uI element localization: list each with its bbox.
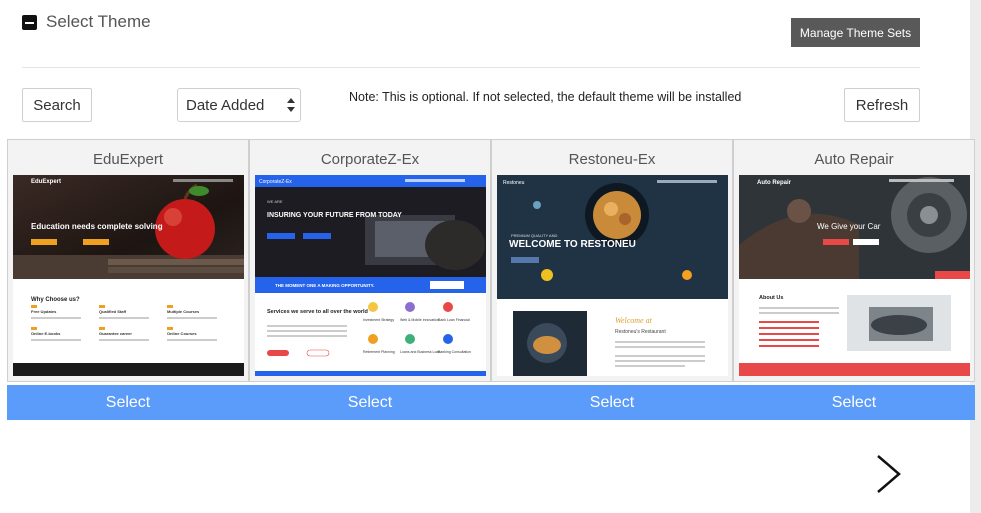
- theme-name: Auto Repair: [814, 151, 894, 168]
- corporatez-preview-image: CorporateZ-Ex WE ARE INSURING YOUR FUTUR…: [255, 175, 486, 376]
- preview-feature: Guarantee career: [99, 331, 132, 336]
- theme-preview-eduexpert[interactable]: EduExpert Education needs complete solvi…: [13, 175, 244, 376]
- sort-select-value: Date Added: [186, 96, 265, 114]
- select-bar: Select Select Select Select: [7, 385, 975, 420]
- sort-select[interactable]: Date Added: [177, 88, 301, 122]
- preview-welcome: Welcome at: [615, 316, 653, 325]
- preview-feature: Free Updates: [31, 309, 57, 314]
- preview-section: Restoneu's Restaurant: [615, 329, 666, 335]
- preview-feature: Online E-books: [31, 331, 61, 336]
- auto-repair-preview-image: Auto Repair We Give your Car About Us: [739, 175, 970, 376]
- section-header: Select Theme: [22, 12, 151, 32]
- search-button[interactable]: Search: [22, 88, 92, 122]
- theme-card-auto-repair[interactable]: Auto Repair Auto Repair We Give your Car…: [733, 139, 975, 382]
- preview-headline: Education needs complete solving: [31, 222, 163, 231]
- manage-theme-sets-button[interactable]: Manage Theme Sets: [791, 18, 920, 47]
- preview-service: Bank Loan Financial: [438, 318, 470, 322]
- preview-feature: Multiple Courses: [167, 309, 200, 314]
- eduexpert-preview-image: EduExpert Education needs complete solvi…: [13, 175, 244, 376]
- select-theme-button[interactable]: Select: [7, 385, 249, 420]
- preview-brand: CorporateZ-Ex: [259, 179, 292, 185]
- preview-headline: WELCOME TO RESTONEU: [509, 239, 636, 250]
- preview-service: Retirement Planning: [363, 350, 395, 354]
- restoneu-preview-image: Restoneu PREMIUM QUALITY AND WELCOME TO …: [497, 175, 728, 376]
- select-theme-button[interactable]: Select: [491, 385, 733, 420]
- theme-preview-corporatez-ex[interactable]: CorporateZ-Ex WE ARE INSURING YOUR FUTUR…: [255, 175, 486, 376]
- preview-service: Banking Consultation: [438, 350, 471, 354]
- preview-section: About Us: [759, 295, 783, 301]
- theme-preview-auto-repair[interactable]: Auto Repair We Give your Car About Us: [739, 175, 970, 376]
- preview-brand: EduExpert: [31, 179, 61, 185]
- section-title: Select Theme: [46, 12, 151, 31]
- theme-name: Restoneu-Ex: [568, 151, 656, 168]
- minus-square-icon[interactable]: [22, 15, 37, 30]
- optional-note: Note: This is optional. If not selected,…: [349, 90, 742, 104]
- theme-card-corporatez-ex[interactable]: CorporateZ-Ex CorporateZ-Ex WE ARE INSUR…: [249, 139, 491, 382]
- preview-headline: We Give your Car: [817, 222, 881, 231]
- select-arrows-icon: [287, 98, 295, 113]
- preview-service: Loans and Business Loan: [400, 350, 440, 354]
- refresh-button[interactable]: Refresh: [844, 88, 920, 122]
- theme-carousel: EduExpert EduExpert Education needs comp…: [7, 139, 975, 382]
- svg-text:WE ARE: WE ARE: [267, 199, 283, 204]
- preview-feature: Online Courses: [167, 331, 197, 336]
- preview-feature: Qualified Staff: [99, 309, 127, 314]
- preview-service: Web & Mobile Innovation: [400, 318, 439, 322]
- theme-name: CorporateZ-Ex: [320, 151, 420, 168]
- divider: [22, 67, 920, 68]
- theme-card-restoneu-ex[interactable]: Restoneu-Ex Restoneu PREMIUM QUALITY AND…: [491, 139, 733, 382]
- preview-brand: Restoneu: [503, 180, 525, 186]
- theme-name: EduExpert: [92, 151, 164, 168]
- select-theme-button[interactable]: Select: [733, 385, 975, 420]
- theme-preview-restoneu-ex[interactable]: Restoneu PREMIUM QUALITY AND WELCOME TO …: [497, 175, 728, 376]
- preview-banner: THE MOMENT ONE A MAKING OPPORTUNITY.: [275, 283, 374, 288]
- preview-headline: INSURING YOUR FUTURE FROM TODAY: [267, 212, 402, 219]
- chevron-right-icon[interactable]: [872, 453, 906, 495]
- preview-section: Why Choose us?: [31, 297, 80, 303]
- preview-section: Services we serve to all over the world: [267, 309, 368, 315]
- preview-brand: Auto Repair: [757, 180, 792, 186]
- preview-service: Investment Strategy: [363, 318, 394, 322]
- svg-text:PREMIUM QUALITY AND: PREMIUM QUALITY AND: [511, 233, 557, 238]
- theme-card-eduexpert[interactable]: EduExpert EduExpert Education needs comp…: [7, 139, 249, 382]
- select-theme-button[interactable]: Select: [249, 385, 491, 420]
